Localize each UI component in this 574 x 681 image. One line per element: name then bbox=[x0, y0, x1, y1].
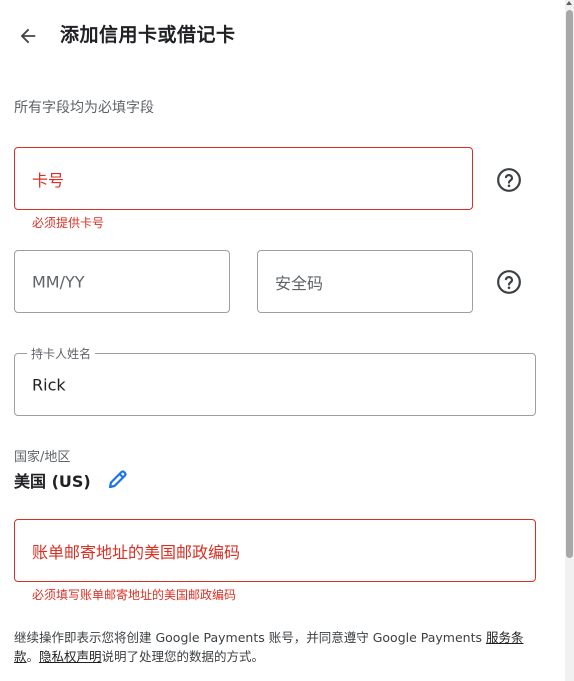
terms-text-after: 说明了处理您的数据的方式。 bbox=[101, 649, 265, 664]
card-number-placeholder: 卡号 bbox=[32, 170, 65, 190]
card-number-help-icon[interactable] bbox=[496, 167, 522, 193]
scroll-up-icon[interactable] bbox=[566, 1, 572, 5]
cardholder-name-field[interactable]: 持卡人姓名 Rick bbox=[14, 345, 536, 416]
card-number-error: 必须提供卡号 bbox=[32, 216, 105, 230]
expiry-placeholder: MM/YY bbox=[32, 272, 85, 291]
required-fields-note: 所有字段均为必填字段 bbox=[14, 100, 154, 116]
cardholder-name-label: 持卡人姓名 bbox=[27, 345, 96, 362]
back-arrow-icon bbox=[20, 28, 36, 44]
header: 添加信用卡或借记卡 bbox=[0, 0, 565, 68]
security-code-placeholder: 安全码 bbox=[275, 273, 324, 293]
country-label: 国家/地区 bbox=[14, 450, 71, 465]
zip-code-placeholder: 账单邮寄地址的美国邮政编码 bbox=[32, 542, 241, 562]
card-number-field[interactable]: 卡号 bbox=[14, 147, 473, 210]
cardholder-name-value: Rick bbox=[32, 375, 66, 394]
privacy-policy-link[interactable]: 隐私权声明 bbox=[39, 649, 102, 664]
terms-notice: 继续操作即表示您将创建 Google Payments 账号，并同意遵守 Goo… bbox=[14, 628, 542, 666]
scrollbar-thumb[interactable] bbox=[566, 10, 573, 558]
page-title: 添加信用卡或借记卡 bbox=[60, 24, 236, 46]
security-code-help-icon[interactable] bbox=[496, 269, 522, 295]
expiry-field[interactable]: MM/YY bbox=[14, 250, 230, 313]
security-code-field[interactable]: 安全码 bbox=[257, 250, 473, 313]
terms-text-before: 继续操作即表示您将创建 Google Payments 账号，并同意遵守 Goo… bbox=[14, 630, 486, 645]
pencil-icon[interactable] bbox=[106, 467, 130, 491]
zip-code-error: 必须填写账单邮寄地址的美国邮政编码 bbox=[32, 588, 237, 602]
zip-code-field[interactable]: 账单邮寄地址的美国邮政编码 bbox=[14, 519, 536, 582]
terms-separator: 。 bbox=[26, 649, 40, 664]
country-value: 美国 (US) bbox=[14, 472, 91, 491]
scrollbar[interactable] bbox=[565, 0, 574, 681]
back-button[interactable] bbox=[14, 22, 42, 50]
